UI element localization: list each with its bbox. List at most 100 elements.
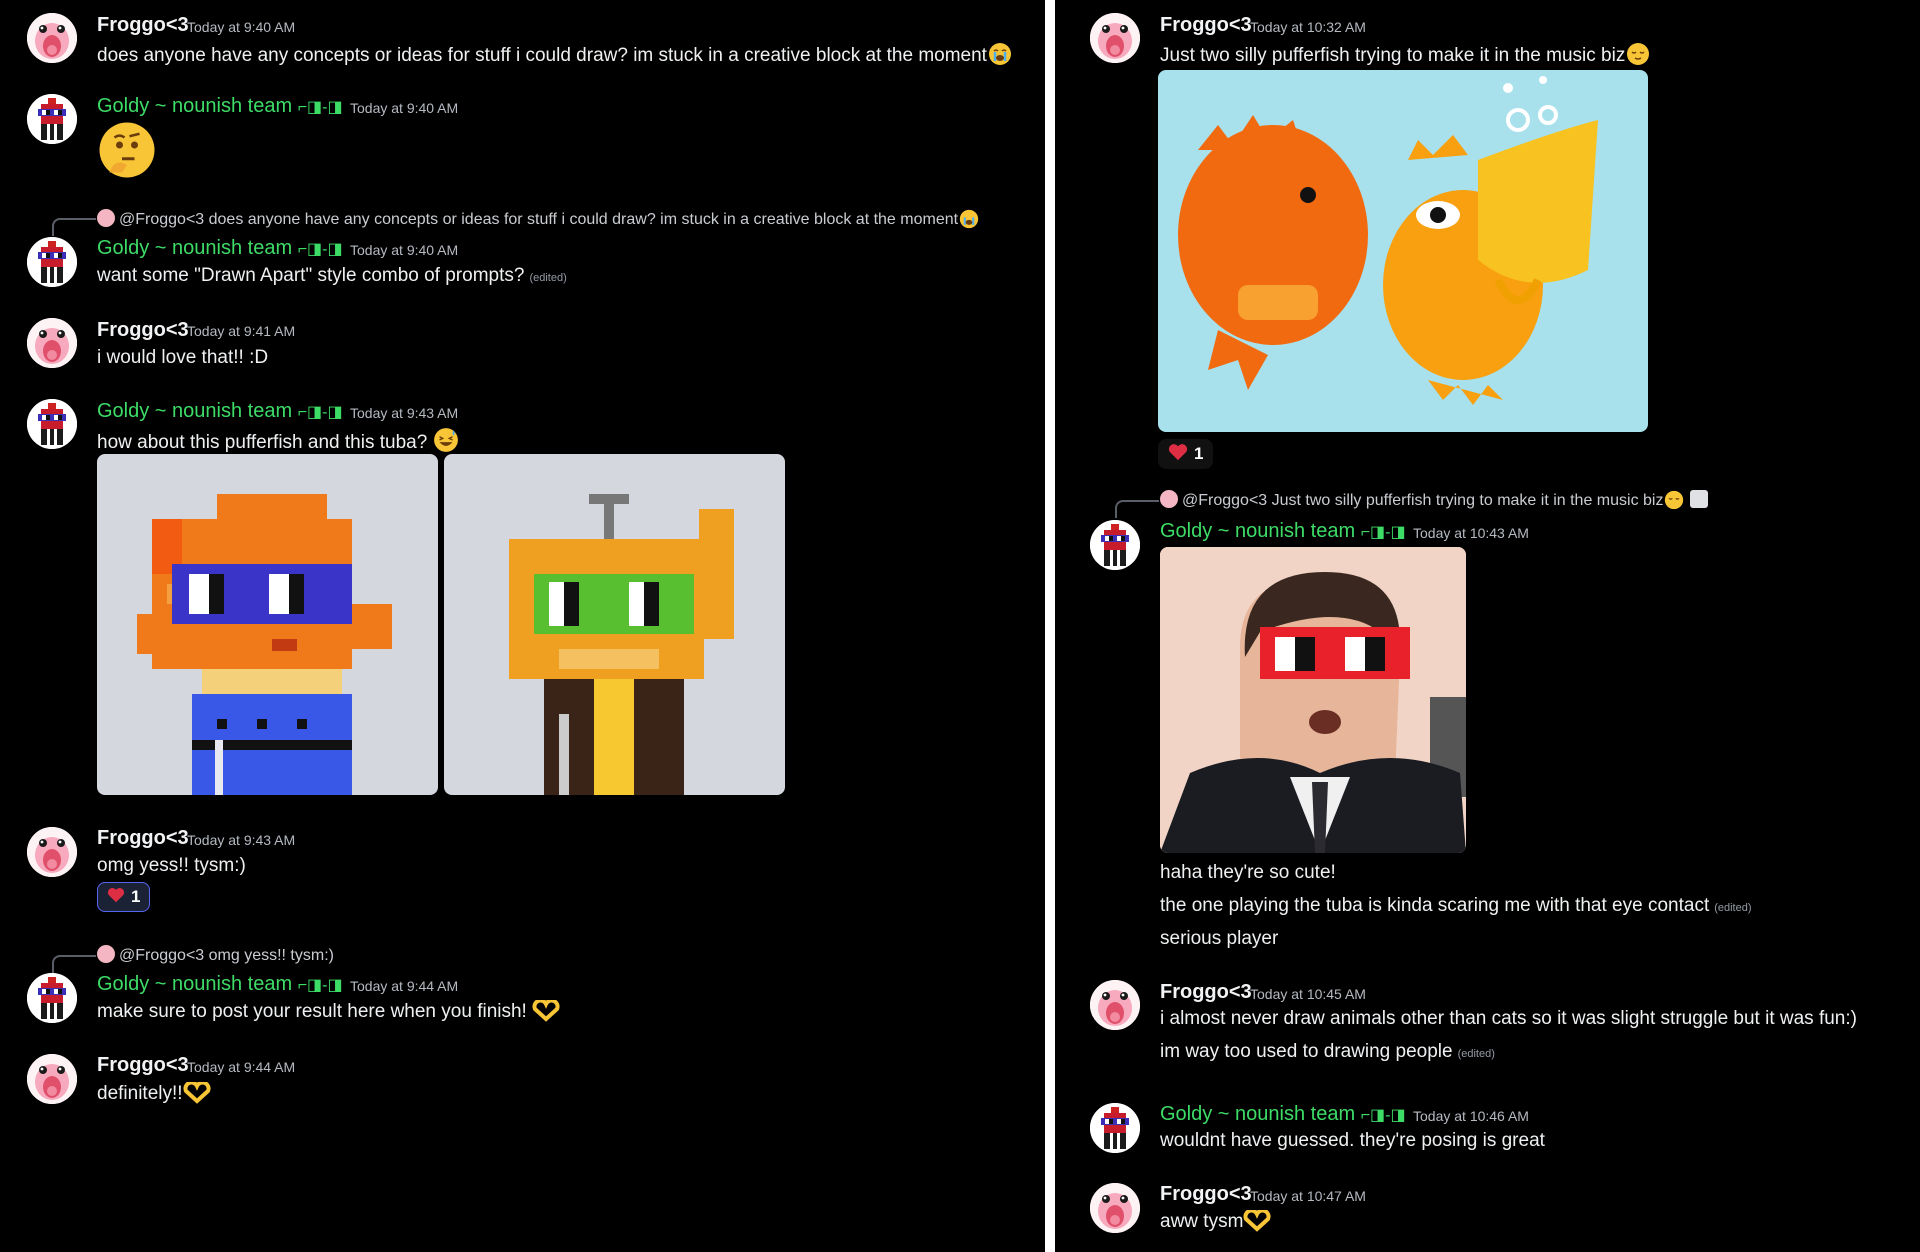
avatar[interactable]: [27, 399, 77, 449]
reply-avatar: [97, 945, 115, 963]
timestamp: Today at 9:40 AM: [350, 242, 459, 258]
edited-label: (edited): [1714, 902, 1752, 914]
timestamp: Today at 10:32 AM: [1250, 19, 1366, 35]
avatar[interactable]: [27, 973, 77, 1023]
message-body: im way too used to drawing people: [1160, 1041, 1453, 1062]
username[interactable]: Froggo<3: [97, 1054, 189, 1077]
username[interactable]: Goldy ~ nounish team ⌐◨-◨: [97, 973, 343, 996]
reply-preview[interactable]: @Froggo<3 omg yess!! tysm:): [97, 945, 334, 965]
image-attachment-icon: [1689, 490, 1708, 508]
username[interactable]: Froggo<3: [97, 14, 189, 37]
reaction-heart[interactable]: 1: [1158, 439, 1214, 469]
heart-icon: [1168, 443, 1188, 466]
username[interactable]: Froggo<3: [1160, 981, 1252, 1004]
panel-divider: [1045, 0, 1055, 1252]
reply-text: @Froggo<3 Just two silly pufferfish tryi…: [1182, 492, 1664, 509]
timestamp: Today at 9:40 AM: [187, 19, 296, 35]
reaction-meme-image[interactable]: [1160, 547, 1466, 853]
username-text: Goldy ~ nounish team: [97, 95, 293, 117]
username[interactable]: Goldy ~ nounish team ⌐◨-◨: [97, 237, 343, 260]
username[interactable]: Goldy ~ nounish team ⌐◨-◨: [1160, 520, 1406, 543]
username[interactable]: Goldy ~ nounish team ⌐◨-◨: [97, 95, 343, 118]
loudly-crying-emoji-icon: [958, 209, 980, 234]
chat-panel-left: Froggo<3 Today at 9:40 AM does anyone ha…: [0, 0, 1045, 1252]
reply-preview[interactable]: @Froggo<3 Just two silly pufferfish tryi…: [1160, 490, 1708, 515]
message-body: definitely!!: [97, 1083, 183, 1104]
noggles-badge: ⌐◨-◨: [297, 404, 343, 421]
message-body: Just two silly pufferfish trying to make…: [1160, 45, 1626, 66]
avatar[interactable]: [27, 318, 77, 368]
username[interactable]: Froggo<3: [1160, 14, 1252, 37]
heart-icon: [107, 887, 125, 908]
message-text: im way too used to drawing people (edited…: [1160, 1041, 1495, 1063]
noggles-badge: ⌐◨-◨: [297, 241, 343, 258]
username[interactable]: Goldy ~ nounish team ⌐◨-◨: [97, 400, 343, 423]
noggles-badge: ⌐◨-◨: [1360, 1107, 1406, 1124]
noggles-badge: ⌐◨-◨: [297, 977, 343, 994]
avatar[interactable]: [1090, 1103, 1140, 1153]
pufferfish-tuba-drawing-image[interactable]: [1158, 70, 1648, 432]
message-body: how about this pufferfish and this tuba?: [97, 432, 428, 453]
reply-connector: [1115, 500, 1159, 518]
reply-preview[interactable]: @Froggo<3 does anyone have any concepts …: [97, 209, 980, 234]
heart-hands-emoji-icon: [1243, 1208, 1271, 1238]
pufferfish-pixel-art-image[interactable]: [97, 454, 438, 795]
avatar[interactable]: [1090, 13, 1140, 63]
reaction-count: 1: [131, 887, 141, 906]
message-text: wouldnt have guessed. they're posing is …: [1160, 1130, 1545, 1151]
timestamp: Today at 10:46 AM: [1413, 1108, 1529, 1124]
message-text: definitely!!: [97, 1080, 211, 1110]
avatar[interactable]: [1090, 520, 1140, 570]
reply-avatar: [1160, 490, 1178, 508]
timestamp: Today at 9:44 AM: [350, 978, 459, 994]
reaction-heart[interactable]: 1: [97, 882, 151, 912]
message-body: does anyone have any concepts or ideas f…: [97, 45, 987, 66]
avatar[interactable]: [27, 94, 77, 144]
message-body: make sure to post your result here when …: [97, 1001, 527, 1022]
message-text: aww tysm: [1160, 1208, 1271, 1238]
username-text: Goldy ~ nounish team: [97, 973, 293, 995]
message-text: omg yess!! tysm:): [97, 855, 246, 876]
username[interactable]: Froggo<3: [97, 827, 189, 850]
timestamp: Today at 10:45 AM: [1250, 986, 1366, 1002]
avatar[interactable]: [27, 827, 77, 877]
message-body: want some "Drawn Apart" style combo of p…: [97, 265, 525, 286]
tuba-pixel-art-image[interactable]: [444, 454, 785, 795]
username[interactable]: Froggo<3: [1160, 1183, 1252, 1206]
username-text: Goldy ~ nounish team: [1160, 1103, 1356, 1125]
avatar[interactable]: [27, 13, 77, 63]
avatar[interactable]: [27, 1054, 77, 1104]
username-text: Goldy ~ nounish team: [97, 237, 293, 259]
message-body: aww tysm: [1160, 1211, 1244, 1232]
thinking-emoji-icon: [97, 120, 157, 185]
reply-avatar: [97, 209, 115, 227]
heart-hands-emoji-icon: [532, 998, 560, 1028]
timestamp: Today at 9:43 AM: [187, 832, 296, 848]
message-text: Just two silly pufferfish trying to make…: [1160, 42, 1651, 72]
message-text: haha they're so cute!: [1160, 862, 1336, 883]
timestamp: Today at 9:41 AM: [187, 323, 296, 339]
relieved-emoji-icon: [1625, 42, 1651, 72]
heart-hands-emoji-icon: [183, 1080, 211, 1110]
timestamp: Today at 10:47 AM: [1250, 1188, 1366, 1204]
reply-text: @Froggo<3 omg yess!! tysm:): [119, 947, 334, 964]
message-body: the one playing the tuba is kinda scarin…: [1160, 895, 1710, 916]
avatar[interactable]: [27, 237, 77, 287]
message-text: i almost never draw animals other than c…: [1160, 1008, 1857, 1029]
username[interactable]: Goldy ~ nounish team ⌐◨-◨: [1160, 1103, 1406, 1126]
avatar[interactable]: [1090, 1183, 1140, 1233]
avatar[interactable]: [1090, 980, 1140, 1030]
edited-label: (edited): [1457, 1048, 1495, 1060]
noggles-badge: ⌐◨-◨: [1360, 524, 1406, 541]
username-text: Goldy ~ nounish team: [97, 400, 293, 422]
reply-connector: [52, 955, 96, 973]
reply-text: @Froggo<3 does anyone have any concepts …: [119, 211, 959, 228]
message-text: does anyone have any concepts or ideas f…: [97, 42, 1013, 72]
timestamp: Today at 9:44 AM: [187, 1059, 296, 1075]
edited-label: (edited): [529, 272, 567, 284]
loudly-crying-emoji-icon: [987, 42, 1013, 72]
message-text: serious player: [1160, 928, 1279, 949]
message-text: want some "Drawn Apart" style combo of p…: [97, 265, 567, 287]
message-text: make sure to post your result here when …: [97, 998, 560, 1028]
username[interactable]: Froggo<3: [97, 319, 189, 342]
